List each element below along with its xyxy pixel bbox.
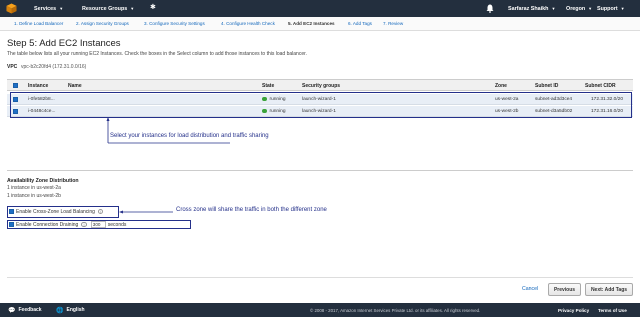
col-subnet-id[interactable]: Subnet ID xyxy=(535,80,558,91)
next-add-tags-button[interactable]: Next: Add Tags xyxy=(585,283,633,296)
region-menu[interactable]: Oregon ▼ xyxy=(566,0,592,17)
cross-zone-checkbox[interactable] xyxy=(9,209,14,214)
az-line-2a: 1 instance in us-west-2a xyxy=(7,185,61,191)
chevron-down-icon: ▼ xyxy=(620,6,625,11)
support-label: Support xyxy=(597,5,618,12)
page-title: Step 5: Add EC2 Instances xyxy=(7,38,121,49)
az-line-2b: 1 instance in us-west-2b xyxy=(7,193,61,199)
privacy-policy-link[interactable]: Privacy Policy xyxy=(558,303,589,317)
user-menu[interactable]: Sarfaraz Shaikh ▼ xyxy=(508,0,555,17)
footer-divider xyxy=(7,277,633,278)
annotation-cross-zone: Cross zone will share the traffic in bot… xyxy=(176,207,327,213)
connection-draining-checkbox[interactable] xyxy=(9,222,14,227)
terms-of-use-link[interactable]: Terms of Use xyxy=(598,303,627,317)
copyright-text: © 2008 - 2017, Amazon Internet Services … xyxy=(310,307,481,313)
tab-configure-health-check[interactable]: 4. Configure Health Check xyxy=(221,17,275,30)
select-all-checkbox[interactable] xyxy=(13,83,18,88)
aws-cube-icon[interactable] xyxy=(6,3,17,14)
chevron-down-icon: ▼ xyxy=(59,6,64,11)
vpc-label: VPC xyxy=(7,64,18,70)
top-nav-bar: Services ▼ Resource Groups ▼ ✱ Sarfaraz … xyxy=(0,0,640,17)
col-security-groups[interactable]: Security groups xyxy=(302,80,340,91)
tab-configure-security-settings[interactable]: 3. Configure Security Settings xyxy=(144,17,205,30)
draining-timeout-input[interactable]: 300 xyxy=(90,221,106,228)
globe-icon: 🌐 xyxy=(56,307,64,314)
footer-bar: 💬 Feedback 🌐 English © 2008 - 2017, Amaz… xyxy=(0,303,640,317)
tab-define-load-balancer[interactable]: 1. Define Load Balancer xyxy=(14,17,63,30)
feedback-label: Feedback xyxy=(18,307,42,313)
tab-add-ec2-instances[interactable]: 5. Add EC2 Instances xyxy=(288,17,335,30)
speech-bubble-icon: 💬 xyxy=(8,307,16,314)
annotation-select-instances: Select your instances for load distribut… xyxy=(110,133,269,139)
info-icon[interactable]: i xyxy=(97,208,104,215)
tab-review[interactable]: 7. Review xyxy=(383,17,403,30)
col-name[interactable]: Name xyxy=(68,80,82,91)
connection-draining-option[interactable]: Enable Connection Draining i 300 seconds xyxy=(9,220,126,229)
az-distribution-title: Availability Zone Distribution xyxy=(7,178,79,184)
resource-groups-menu[interactable]: Resource Groups ▼ xyxy=(82,0,134,17)
tab-add-tags[interactable]: 6. Add Tags xyxy=(348,17,372,30)
col-subnet-cidr[interactable]: Subnet CIDR xyxy=(585,80,616,91)
selected-rows-highlight xyxy=(10,92,632,118)
resource-groups-label: Resource Groups xyxy=(82,5,128,12)
region-label: Oregon xyxy=(566,5,586,12)
services-label: Services xyxy=(34,5,57,12)
pin-icon[interactable]: ✱ xyxy=(150,3,156,11)
user-name: Sarfaraz Shaikh xyxy=(508,5,549,12)
language-label: English xyxy=(66,307,85,313)
chevron-down-icon: ▼ xyxy=(130,6,135,11)
previous-button[interactable]: Previous xyxy=(548,283,581,296)
page-description: The table below lists all your running E… xyxy=(7,51,307,57)
bell-icon[interactable] xyxy=(486,4,494,13)
cancel-button[interactable]: Cancel xyxy=(522,286,538,292)
cross-zone-option[interactable]: Enable Cross-Zone Load Balancing i xyxy=(9,207,104,216)
info-icon[interactable]: i xyxy=(81,221,87,228)
chevron-down-icon: ▼ xyxy=(588,6,593,11)
connection-draining-label: Enable Connection Draining xyxy=(16,221,79,228)
col-zone[interactable]: Zone xyxy=(495,80,507,91)
draining-unit-label: seconds xyxy=(107,221,127,228)
instances-table-header: Instance Name State Security groups Zone… xyxy=(7,79,633,91)
chevron-down-icon: ▼ xyxy=(551,6,556,11)
cross-zone-label: Enable Cross-Zone Load Balancing xyxy=(16,208,95,215)
wizard-steps: 1. Define Load Balancer 2. Assign Securi… xyxy=(0,17,640,31)
services-menu[interactable]: Services ▼ xyxy=(34,0,63,17)
col-state[interactable]: State xyxy=(262,80,274,91)
feedback-link[interactable]: 💬 Feedback xyxy=(8,303,42,317)
vpc-value: vpc-b2c20fd4 (172.31.0.0/16) xyxy=(21,64,87,70)
language-selector[interactable]: 🌐 English xyxy=(56,303,85,317)
tab-assign-security-groups[interactable]: 2. Assign Security Groups xyxy=(76,17,129,30)
support-menu[interactable]: Support ▼ xyxy=(597,0,625,17)
col-instance[interactable]: Instance xyxy=(28,80,48,91)
